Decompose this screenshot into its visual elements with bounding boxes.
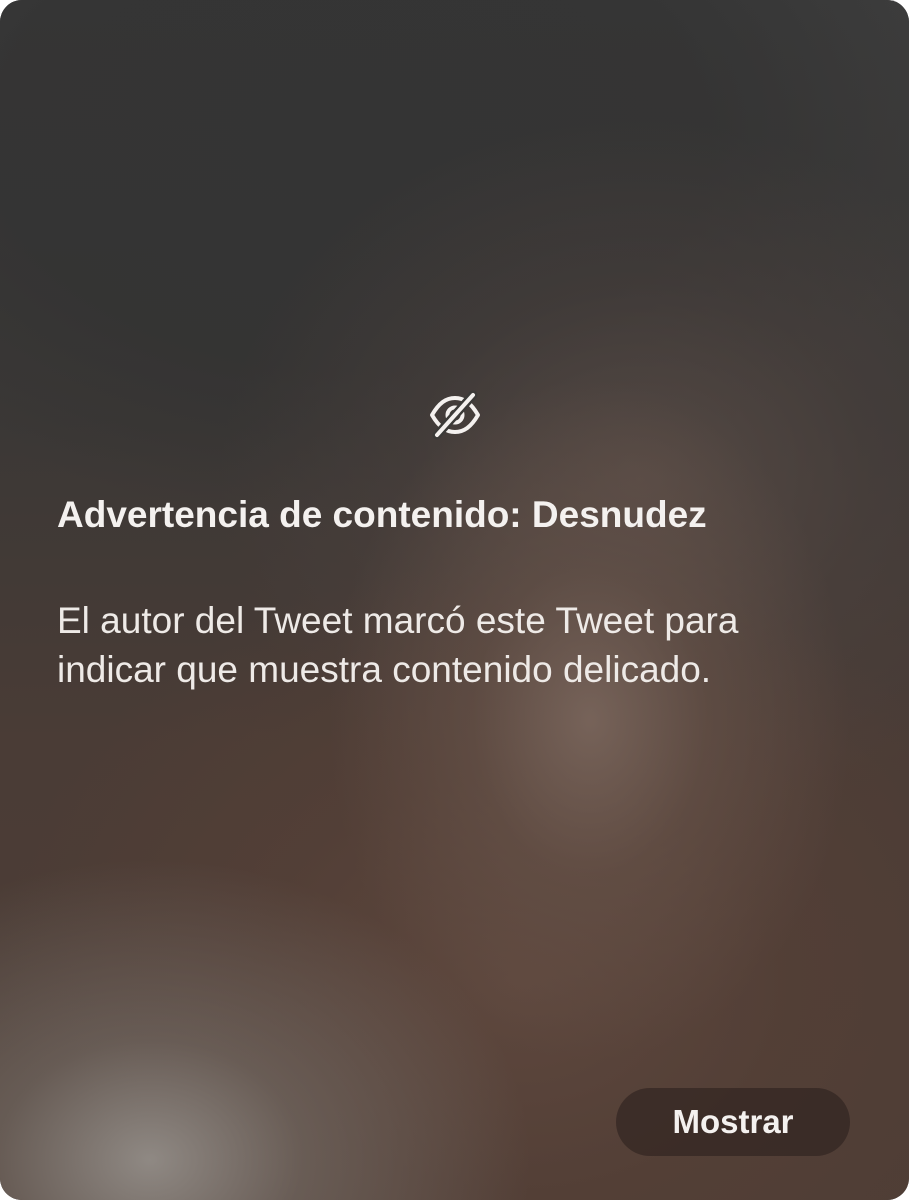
warning-description-line: El autor del Tweet marcó este Tweet para — [57, 600, 739, 641]
sensitive-media-card: Advertencia de contenido: Desnudez El au… — [0, 0, 909, 1200]
show-button[interactable]: Mostrar — [616, 1088, 850, 1156]
warning-description: El autor del Tweet marcó este Tweet para… — [57, 596, 857, 694]
warning-title: Advertencia de contenido: Desnudez — [57, 494, 707, 535]
eye-slash-icon — [430, 390, 480, 440]
warning-description-line: indicar que muestra contenido delicado. — [57, 649, 712, 690]
